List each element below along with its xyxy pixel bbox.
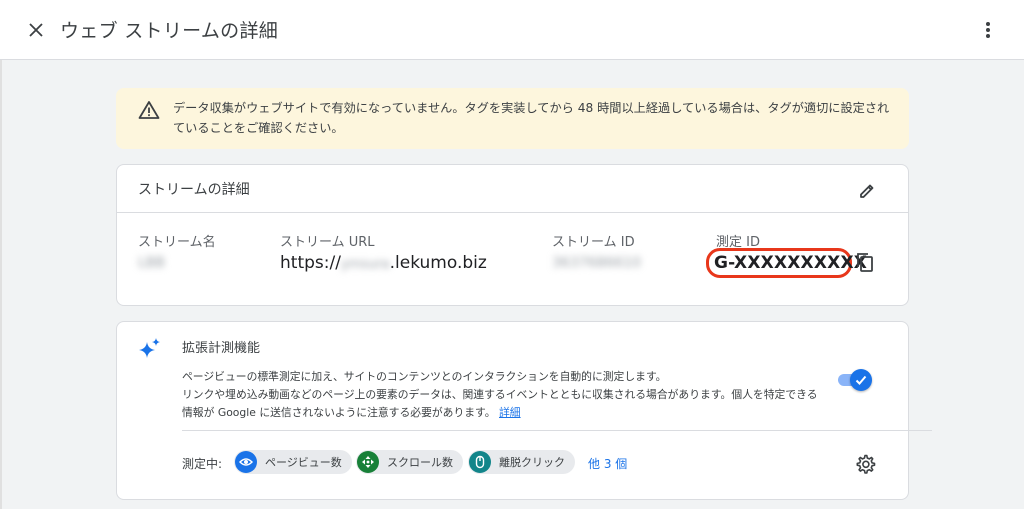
copy-button[interactable] bbox=[854, 251, 876, 273]
sparkle-icon bbox=[139, 338, 160, 358]
stream-id-label: ストリーム ID bbox=[552, 235, 635, 250]
warning-banner: データ収集がウェブサイトで有効になっていません。タグを実装してから 48 時間以… bbox=[116, 88, 909, 149]
top-bar: ウェブ ストリームの詳細 bbox=[0, 0, 1024, 60]
mouse-icon bbox=[469, 451, 491, 473]
url-prefix: https:// bbox=[280, 253, 341, 273]
stream-url-value: https://ymsura.lekumo.biz bbox=[280, 253, 487, 273]
chip-label: 離脱クリック bbox=[499, 456, 565, 469]
desc-line-3-wrap: 情報が Google に送信されないように注意する必要があります。 詳細 bbox=[182, 404, 842, 422]
toggle-knob bbox=[850, 369, 872, 391]
enhanced-measurement-title: 拡張計測機能 bbox=[182, 341, 261, 356]
close-icon bbox=[29, 23, 43, 37]
check-icon bbox=[855, 375, 867, 385]
warning-icon bbox=[138, 101, 160, 119]
url-suffix: .lekumo.biz bbox=[389, 253, 487, 273]
warning-text: データ収集がウェブサイトで有効になっていません。タグを実装してから 48 時間以… bbox=[173, 101, 890, 135]
stream-url-label: ストリーム URL bbox=[280, 235, 375, 250]
more-options-button[interactable] bbox=[974, 16, 1002, 44]
desc-line-1: ページビューの標準測定に加え、サイトのコンテンツとのインタラクションを自動的に測… bbox=[182, 370, 667, 383]
left-edge-divider bbox=[0, 60, 2, 509]
stream-details-title: ストリームの詳細 bbox=[138, 182, 250, 198]
scroll-icon bbox=[357, 451, 379, 473]
stream-name-label: ストリーム名 bbox=[138, 235, 216, 250]
settings-button[interactable] bbox=[854, 453, 876, 475]
copy-icon bbox=[857, 253, 873, 272]
enhanced-measurement-toggle[interactable] bbox=[836, 369, 872, 391]
card-divider bbox=[182, 430, 932, 431]
close-button[interactable] bbox=[22, 16, 50, 44]
gear-icon bbox=[856, 454, 876, 474]
page-title: ウェブ ストリームの詳細 bbox=[60, 20, 279, 42]
edit-icon bbox=[860, 184, 874, 198]
enhanced-measurement-card: 拡張計測機能 ページビューの標準測定に加え、サイトのコンテンツとのインタラクショ… bbox=[116, 321, 932, 500]
chip-label: ページビュー数 bbox=[265, 456, 342, 469]
chip-scrolls[interactable]: スクロール数 bbox=[356, 450, 463, 474]
stream-details-card: ストリームの詳細 ストリーム名 LBB ストリーム URL https://ym… bbox=[116, 164, 909, 306]
more-events-link[interactable]: 他 3 個 bbox=[588, 455, 627, 472]
chip-outbound-clicks[interactable]: 離脱クリック bbox=[468, 450, 575, 474]
measurement-id-value: G-XXXXXXXXXX bbox=[714, 253, 868, 273]
more-vert-icon bbox=[986, 22, 990, 38]
chip-label: スクロール数 bbox=[387, 456, 453, 469]
enhanced-measurement-description: ページビューの標準測定に加え、サイトのコンテンツとのインタラクションを自動的に測… bbox=[182, 368, 842, 422]
edit-button[interactable] bbox=[855, 179, 879, 203]
stream-id-value: 3637686610 bbox=[552, 255, 642, 271]
card-divider bbox=[117, 212, 908, 213]
measuring-label: 測定中: bbox=[182, 457, 223, 471]
chip-page-views[interactable]: ページビュー数 bbox=[234, 450, 352, 474]
desc-line-2: リンクや埋め込み動画などのページ上の要素のデータは、関連するイベントとともに収集… bbox=[182, 388, 818, 401]
learn-more-link[interactable]: 詳細 bbox=[499, 406, 521, 419]
desc-line-3: 情報が Google に送信されないように注意する必要があります。 bbox=[182, 406, 496, 419]
stream-name-value: LBB bbox=[138, 255, 166, 271]
url-blurred: ymsura bbox=[340, 257, 390, 272]
eye-icon bbox=[235, 451, 257, 473]
